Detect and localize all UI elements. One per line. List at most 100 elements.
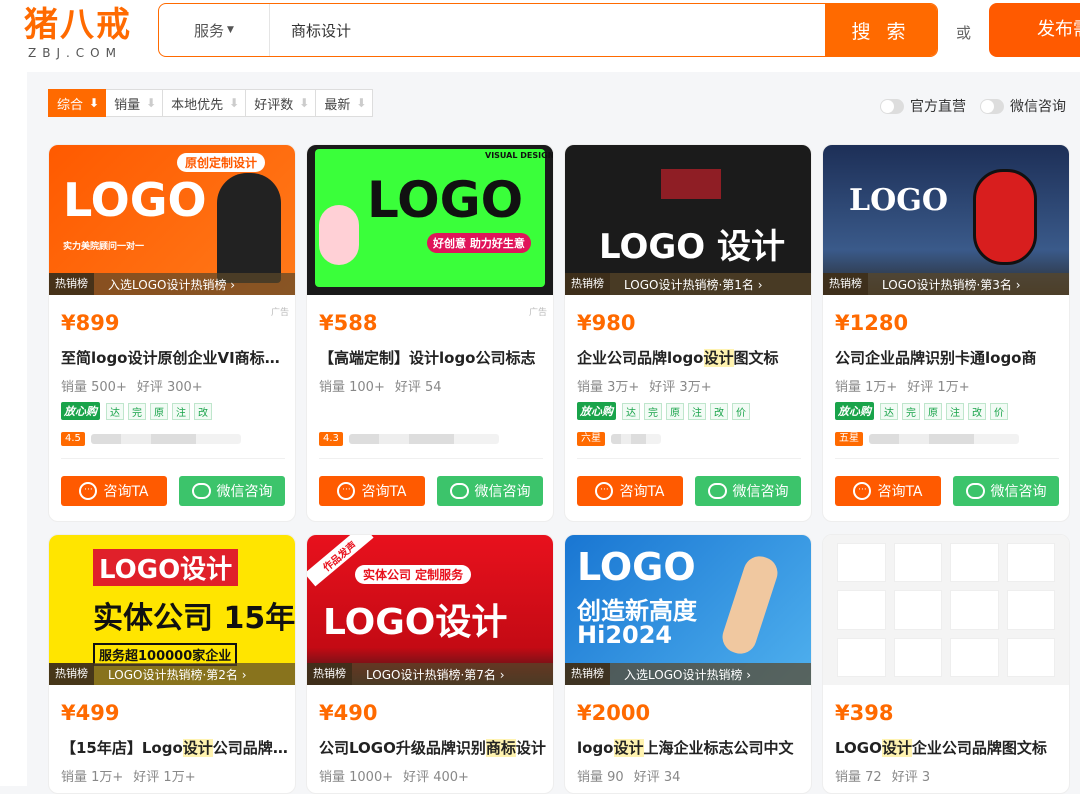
ad-label: 广告 bbox=[270, 308, 289, 318]
chat-bubble-icon: ··· bbox=[337, 482, 356, 500]
toggle-switch-icon bbox=[980, 98, 1004, 114]
zbj-logo[interactable]: 猪八戒 ZBJ.COM bbox=[20, 4, 140, 62]
thumb-note: VISUAL DESIGN bbox=[485, 151, 553, 160]
consult-ta-button[interactable]: ··· 咨询TA bbox=[319, 476, 425, 506]
service-title[interactable]: LOGO设计企业公司品牌图文标 bbox=[835, 737, 1067, 758]
sort-sales[interactable]: 销量 ⬇ bbox=[106, 89, 164, 117]
hot-tag: 热销榜 bbox=[565, 273, 610, 295]
shop-info[interactable]: 4.5 bbox=[61, 432, 241, 446]
service-card[interactable]: LOGO 创造新高度 Hi2024 热销榜 入选LOGO设计热销榜 › ¥2000… bbox=[564, 534, 812, 794]
sort-down-icon: ⬇ bbox=[146, 96, 157, 110]
toggle-label: 官方直营 bbox=[910, 99, 966, 115]
logo-sample bbox=[893, 543, 942, 583]
sort-newest[interactable]: 最新 ⬇ bbox=[316, 89, 374, 117]
service-title[interactable]: logo设计上海企业标志公司中文 bbox=[577, 737, 809, 758]
service-thumbnail[interactable]: LOGO 原创定制设计 实力美院顾问一对一 热销榜 入选LOGO设计热销榜 › bbox=[49, 145, 295, 295]
service-thumbnail[interactable] bbox=[823, 535, 1069, 685]
title-highlight: 商标 bbox=[485, 739, 516, 757]
shop-rating: 4.5 bbox=[61, 432, 85, 446]
official-store-toggle[interactable]: 官方直营 bbox=[880, 96, 966, 116]
hot-ranking-bar[interactable]: 热销榜 LOGO设计热销榜·第1名 › bbox=[565, 273, 811, 295]
shop-info[interactable]: 六星 bbox=[577, 432, 661, 446]
service-card[interactable]: LOGO设计 实体公司 15年 服务超100000家企业 热销榜 LOGO设计热销… bbox=[48, 534, 296, 794]
service-card[interactable]: LOGO 好创意 助力好生意 VISUAL DESIGN ¥588 广告 【高端… bbox=[306, 144, 554, 522]
service-title[interactable]: 公司LOGO升级品牌识别商标设计 bbox=[319, 737, 551, 758]
hot-ranking-bar[interactable]: 热销榜 LOGO设计热销榜·第3名 › bbox=[823, 273, 1069, 295]
wechat-consult-button[interactable]: 微信咨询 bbox=[437, 476, 543, 506]
price: ¥398 bbox=[835, 701, 894, 725]
sales-count: 销量 72 bbox=[835, 770, 882, 785]
shop-info[interactable]: 4.3 bbox=[319, 432, 499, 446]
service-card[interactable]: ¥398 LOGO设计企业公司品牌图文标 销量 72 好评 3 bbox=[822, 534, 1070, 794]
chat-bubble-icon: ··· bbox=[595, 482, 614, 500]
hot-ranking-bar[interactable]: 热销榜 入选LOGO设计热销榜 › bbox=[49, 273, 295, 295]
service-thumbnail[interactable]: LOGO 热销榜 LOGO设计热销榜·第3名 › bbox=[823, 145, 1069, 295]
search-button[interactable]: 搜 索 bbox=[825, 4, 937, 56]
wechat-consult-button[interactable]: 微信咨询 bbox=[179, 476, 285, 506]
wechat-consult-button[interactable]: 微信咨询 bbox=[953, 476, 1059, 506]
service-card[interactable]: LOGO 设计 热销榜 LOGO设计热销榜·第1名 › ¥980 企业公司品牌lo… bbox=[564, 144, 812, 522]
service-thumbnail[interactable]: LOGO 设计 热销榜 LOGO设计热销榜·第1名 › bbox=[565, 145, 811, 295]
service-card[interactable]: LOGO 原创定制设计 实力美院顾问一对一 热销榜 入选LOGO设计热销榜 › ¥… bbox=[48, 144, 296, 522]
button-label: 微信咨询 bbox=[474, 484, 531, 500]
hot-tag: 热销榜 bbox=[49, 663, 94, 685]
title-text: 企业公司品牌logo bbox=[577, 349, 704, 367]
button-label: 微信咨询 bbox=[216, 484, 273, 500]
consult-ta-button[interactable]: ··· 咨询TA bbox=[835, 476, 941, 506]
price: ¥490 bbox=[319, 701, 378, 725]
search-input[interactable] bbox=[291, 14, 811, 46]
guarantee-tag: 注 bbox=[688, 402, 706, 420]
consult-ta-button[interactable]: ··· 咨询TA bbox=[577, 476, 683, 506]
shop-rating: 五星 bbox=[835, 432, 863, 446]
hot-ranking-bar[interactable]: 热销榜 LOGO设计热销榜·第7名 › bbox=[307, 663, 553, 685]
wechat-consult-button[interactable]: 微信咨询 bbox=[695, 476, 801, 506]
service-title[interactable]: 公司企业品牌识别卡通logo商 bbox=[835, 347, 1067, 368]
guarantee-tag: 达 bbox=[106, 402, 124, 420]
service-thumbnail[interactable]: LOGO 创造新高度 Hi2024 热销榜 入选LOGO设计热销榜 › bbox=[565, 535, 811, 685]
sort-local-first[interactable]: 本地优先 ⬇ bbox=[163, 89, 247, 117]
service-thumbnail[interactable]: LOGO 好创意 助力好生意 VISUAL DESIGN bbox=[307, 145, 553, 295]
service-card[interactable]: LOGO 热销榜 LOGO设计热销榜·第3名 › ¥1280 公司企业品牌识别卡通… bbox=[822, 144, 1070, 522]
chevron-down-icon: ▼ bbox=[227, 25, 234, 35]
service-thumbnail[interactable]: 实体公司 定制服务 LOGO设计 作品发声 热销榜 LOGO设计热销榜·第7名 › bbox=[307, 535, 553, 685]
service-stats: 销量 90 好评 34 bbox=[577, 766, 690, 785]
sort-comprehensive[interactable]: 综合 ⬇ bbox=[48, 89, 107, 117]
price: ¥980 bbox=[577, 311, 636, 335]
review-count: 好评 34 bbox=[633, 770, 681, 785]
title-highlight: 设计 bbox=[182, 739, 213, 757]
title-text: 上海企业标志公司中文 bbox=[643, 739, 794, 757]
toggle-label: 微信咨询 bbox=[1010, 99, 1066, 115]
logo-sample bbox=[1006, 543, 1055, 583]
service-stats: 销量 1000+ 好评 400+ bbox=[319, 766, 479, 785]
search-category-select[interactable]: 服务 ▼ bbox=[159, 4, 270, 56]
service-thumbnail[interactable]: LOGO设计 实体公司 15年 服务超100000家企业 热销榜 LOGO设计热销… bbox=[49, 535, 295, 685]
price: ¥899 bbox=[61, 311, 120, 335]
sort-label: 最新 bbox=[324, 97, 351, 113]
guarantee-tag: 价 bbox=[732, 402, 750, 420]
shop-name-blurred bbox=[611, 434, 661, 444]
divider bbox=[61, 458, 285, 459]
guarantee-tag: 原 bbox=[150, 402, 168, 420]
service-stats: 销量 1万+ 好评 1万+ bbox=[61, 766, 206, 785]
hot-tag: 热销榜 bbox=[565, 663, 610, 685]
sales-count: 销量 1万+ bbox=[61, 770, 124, 785]
service-title[interactable]: 企业公司品牌logo设计图文标 bbox=[577, 347, 809, 368]
sort-down-icon: ⬇ bbox=[89, 96, 100, 110]
sort-reviews[interactable]: 好评数 ⬇ bbox=[246, 89, 317, 117]
consult-ta-button[interactable]: ··· 咨询TA bbox=[61, 476, 167, 506]
left-strip bbox=[0, 72, 27, 786]
service-title[interactable]: 【15年店】Logo设计公司品牌商标 bbox=[61, 737, 293, 758]
service-title[interactable]: 【高端定制】设计logo公司标志 bbox=[319, 347, 551, 368]
review-count: 好评 54 bbox=[394, 380, 442, 395]
wechat-icon bbox=[965, 483, 985, 499]
wechat-consult-toggle[interactable]: 微信咨询 bbox=[980, 96, 1066, 116]
hot-ranking-bar[interactable]: 热销榜 LOGO设计热销榜·第2名 › bbox=[49, 663, 295, 685]
logo-chinese: 猪八戒 bbox=[24, 5, 132, 45]
service-title[interactable]: 至简logo设计原创企业VI商标设计 bbox=[61, 347, 293, 368]
shop-info[interactable]: 五星 bbox=[835, 432, 1019, 446]
publish-demand-button[interactable]: 发布需求 bbox=[989, 3, 1080, 57]
thumb-headline: LOGO bbox=[63, 173, 207, 227]
service-card[interactable]: 实体公司 定制服务 LOGO设计 作品发声 热销榜 LOGO设计热销榜·第7名 ›… bbox=[306, 534, 554, 794]
sort-bar: 综合 ⬇ 销量 ⬇ 本地优先 ⬇ 好评数 ⬇ 最新 ⬇ bbox=[48, 89, 374, 117]
hot-ranking-bar[interactable]: 热销榜 入选LOGO设计热销榜 › bbox=[565, 663, 811, 685]
